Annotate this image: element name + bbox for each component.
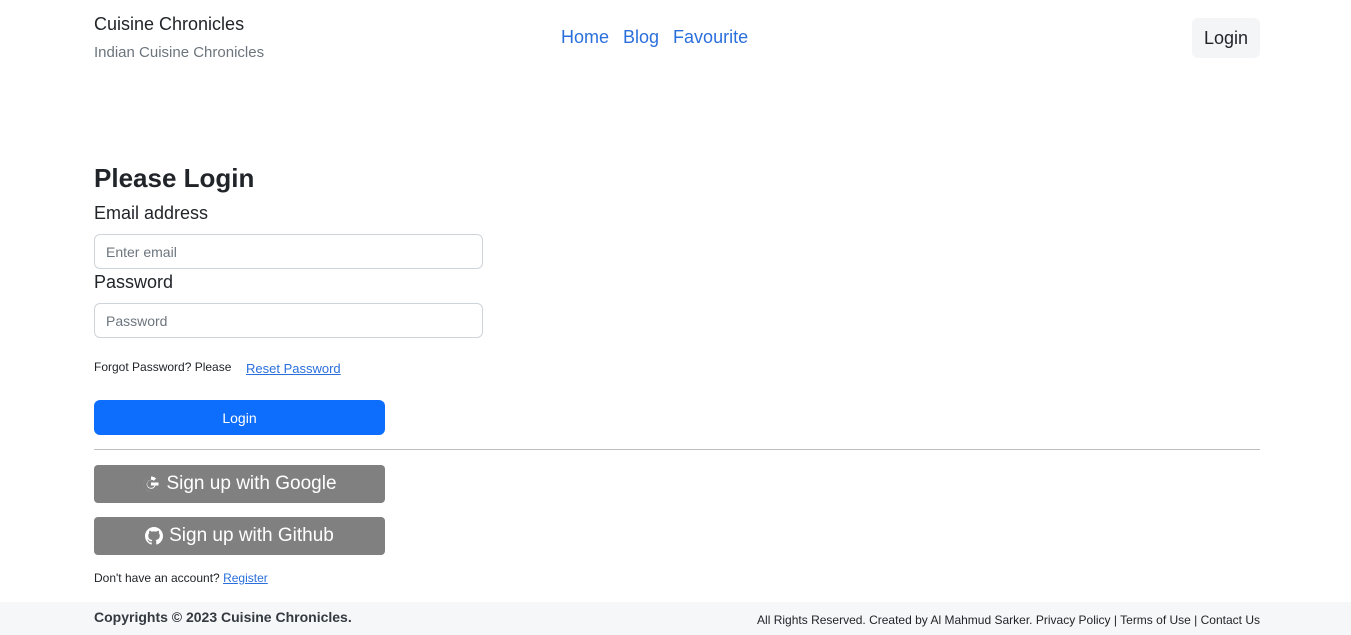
terms-of-use-link[interactable]: Terms of Use [1120, 613, 1191, 627]
header-login-button[interactable]: Login [1192, 18, 1260, 58]
google-signup-label: Sign up with Google [166, 473, 337, 494]
register-prompt: Don't have an account? Register [94, 571, 268, 585]
forgot-password-text: Forgot Password? Please [94, 360, 232, 374]
register-link[interactable]: Register [223, 571, 268, 585]
github-signup-button[interactable]: Sign up with Github [94, 517, 385, 555]
footer-copyright: Copyrights © 2023 Cuisine Chronicles. [94, 609, 352, 625]
login-submit-button[interactable]: Login [94, 400, 385, 435]
google-signup-button[interactable]: Sign up with Google [94, 465, 385, 503]
footer-credit: All Rights Reserved. Created by Al Mahmu… [757, 613, 1033, 627]
brand-title: Cuisine Chronicles [94, 14, 245, 34]
password-label: Password [94, 272, 174, 292]
register-prompt-text: Don't have an account? [94, 571, 220, 585]
email-label: Email address [94, 203, 209, 223]
github-signup-label: Sign up with Github [169, 525, 334, 546]
reset-password-link[interactable]: Reset Password [246, 361, 341, 376]
page-title: Please Login [94, 163, 255, 193]
footer-links: All Rights Reserved. Created by Al Mahmu… [757, 613, 1260, 627]
brand-subtitle: Indian Cuisine Chronicles [94, 44, 265, 61]
nav-favourite-link[interactable]: Favourite [673, 27, 748, 48]
nav-blog-link[interactable]: Blog [623, 27, 659, 48]
github-icon [145, 527, 164, 545]
google-icon [142, 475, 160, 493]
divider [94, 449, 1260, 450]
privacy-policy-link[interactable]: Privacy Policy [1036, 613, 1111, 627]
main-nav: Home Blog Favourite [561, 27, 748, 48]
email-input[interactable] [94, 234, 483, 269]
footer-separator: | [1113, 613, 1118, 627]
password-input[interactable] [94, 303, 483, 338]
footer-separator: | [1194, 613, 1198, 627]
contact-us-link[interactable]: Contact Us [1201, 613, 1260, 627]
nav-home-link[interactable]: Home [561, 27, 609, 48]
